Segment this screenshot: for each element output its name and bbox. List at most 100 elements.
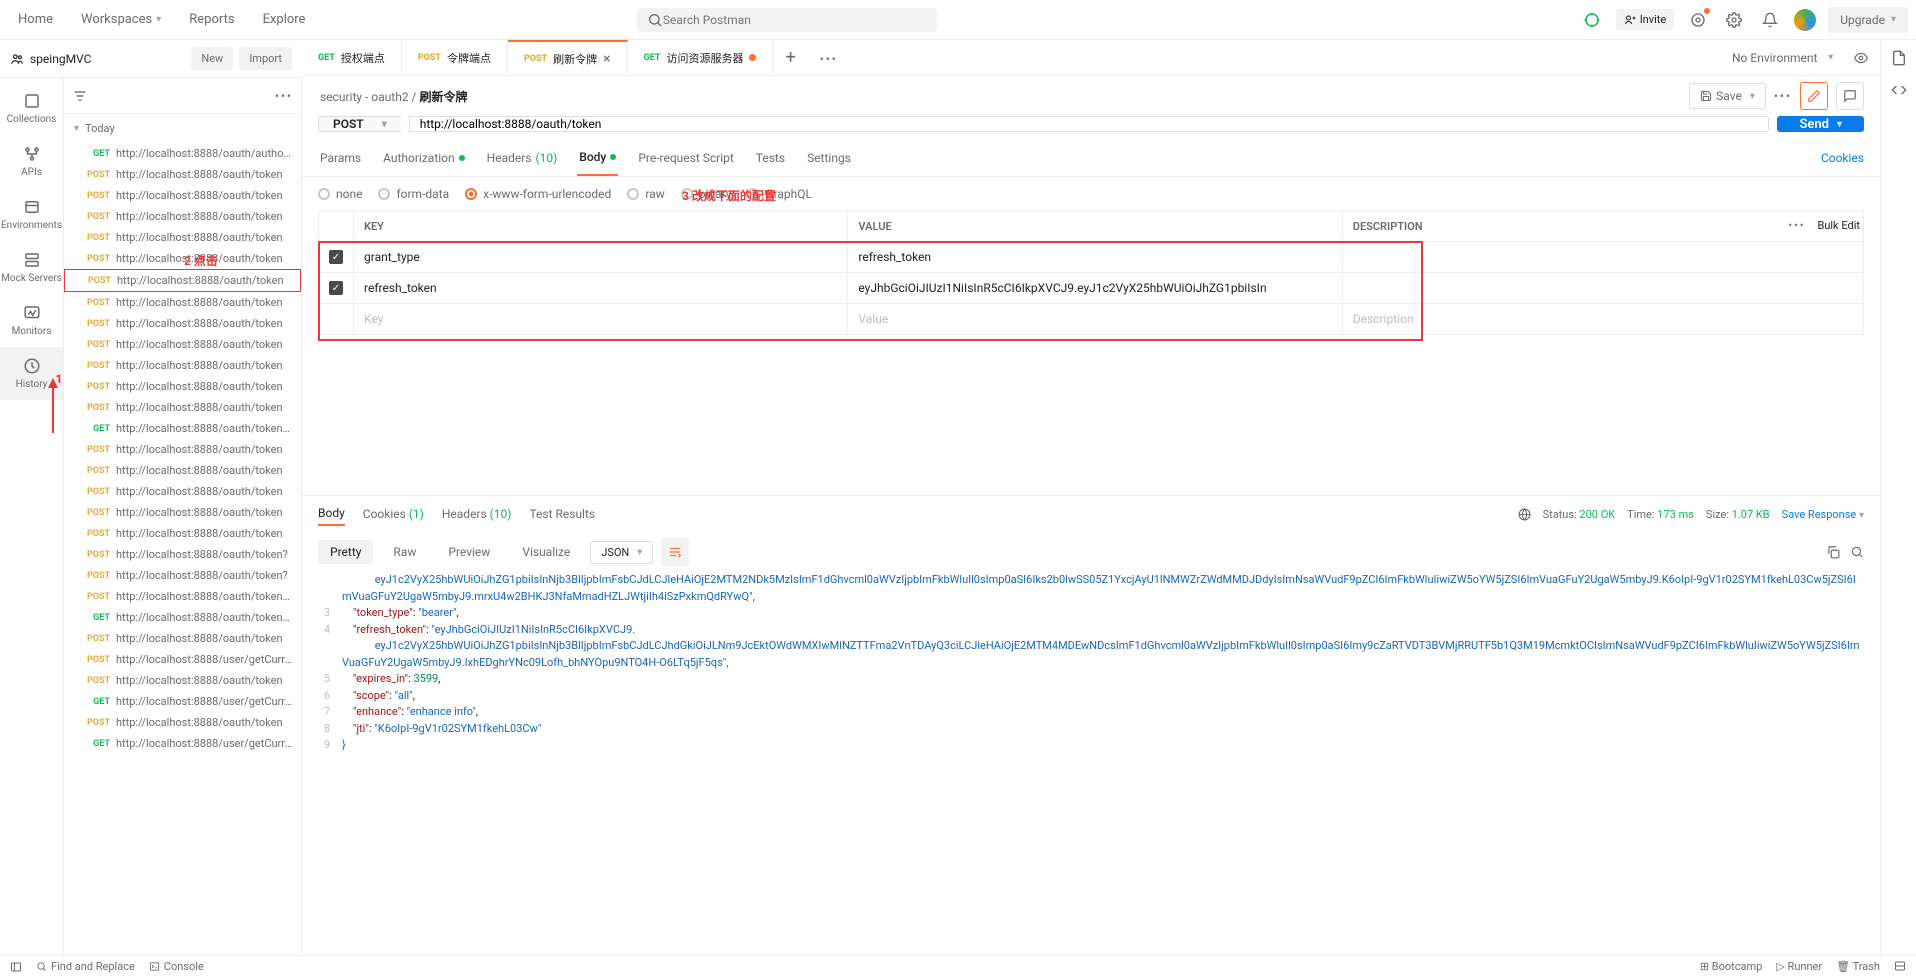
rail-environments[interactable]: Environments: [0, 188, 63, 241]
cookies-link[interactable]: Cookies: [1821, 151, 1864, 165]
bodytype-xwww[interactable]: x-www-form-urlencoded: [465, 187, 611, 201]
resp-tab-cookies[interactable]: Cookies (1): [363, 503, 424, 525]
kv-row-empty[interactable]: KeyValueDescription: [319, 304, 1864, 335]
history-row[interactable]: POSThttp://localhost:8888/oauth/token: [64, 334, 301, 355]
invite-button[interactable]: Invite: [1616, 9, 1675, 30]
trash-link[interactable]: 🗑 Trash: [1836, 960, 1880, 973]
code-icon[interactable]: [1891, 82, 1907, 98]
history-row[interactable]: POSThttp://localhost:8888/oauth/token: [64, 628, 301, 649]
more-options-icon[interactable]: •••: [1774, 89, 1792, 103]
notifications-icon[interactable]: [1758, 8, 1782, 32]
history-row[interactable]: POSThttp://localhost:8888/oauth/token: [64, 376, 301, 397]
send-button[interactable]: Send▾: [1777, 116, 1864, 132]
request-tab[interactable]: POST刷新令牌×: [508, 40, 628, 75]
kv-row[interactable]: ✓grant_typerefresh_token: [319, 242, 1864, 273]
view-raw[interactable]: Raw: [381, 540, 428, 564]
view-pretty[interactable]: Pretty: [318, 540, 373, 564]
request-tab[interactable]: POST令牌端点: [402, 40, 508, 75]
bodytype-raw[interactable]: raw: [627, 187, 664, 201]
history-row[interactable]: POSThttp://localhost:8888/oauth/token: [64, 206, 301, 227]
sync-icon[interactable]: [1580, 8, 1604, 32]
subtab-settings[interactable]: Settings: [805, 141, 853, 175]
history-row[interactable]: POSThttp://localhost:8888/oauth/token?: [64, 544, 301, 565]
wrap-icon[interactable]: [661, 538, 689, 566]
history-row[interactable]: POSThttp://localhost:8888/user/getCurren: [64, 649, 301, 670]
filter-icon[interactable]: [72, 88, 88, 104]
history-row[interactable]: POSThttp://localhost:8888/oauth/token: [64, 397, 301, 418]
rail-history[interactable]: History: [0, 347, 63, 400]
response-format-select[interactable]: JSON▾: [590, 541, 653, 564]
history-row[interactable]: POSThttp://localhost:8888/oauth/token: [64, 313, 301, 334]
global-search[interactable]: [637, 8, 937, 32]
import-button[interactable]: Import: [239, 47, 292, 70]
console-link[interactable]: Console: [149, 960, 204, 973]
new-button[interactable]: New: [191, 47, 233, 70]
user-avatar[interactable]: [1794, 9, 1816, 31]
response-body[interactable]: eyJ1c2VyX25hbWUiOiJhZG1pbiIsInNjb3BlIjpb…: [302, 572, 1880, 955]
history-row[interactable]: POSThttp://localhost:8888/oauth/token: [64, 269, 301, 292]
rail-collections[interactable]: Collections: [0, 82, 63, 135]
capture-icon[interactable]: [1686, 8, 1710, 32]
history-row[interactable]: GEThttp://localhost:8888/oauth/token?g: [64, 418, 301, 439]
history-row[interactable]: POSThttp://localhost:8888/oauth/token: [64, 670, 301, 691]
bodytype-none[interactable]: none: [318, 187, 362, 201]
save-button[interactable]: Save▾: [1689, 83, 1766, 109]
kv-more-icon[interactable]: •••: [1788, 219, 1805, 232]
checkbox-icon[interactable]: ✓: [329, 250, 343, 264]
history-row[interactable]: GEThttp://localhost:8888/oauth/token?g: [64, 607, 301, 628]
history-row[interactable]: POSThttp://localhost:8888/oauth/token: [64, 292, 301, 313]
add-tab-button[interactable]: +: [773, 47, 807, 68]
history-row[interactable]: POSThttp://localhost:8888/oauth/token: [64, 712, 301, 733]
history-group-today[interactable]: ▾Today: [64, 114, 301, 143]
rail-apis[interactable]: APIs: [0, 135, 63, 188]
find-replace-link[interactable]: Find and Replace: [36, 960, 135, 973]
nav-reports[interactable]: Reports: [179, 4, 244, 35]
url-input[interactable]: [409, 116, 1770, 132]
copy-icon[interactable]: [1826, 545, 1840, 559]
more-icon[interactable]: •••: [275, 89, 293, 103]
rail-monitors[interactable]: Monitors: [0, 294, 63, 347]
search-response-icon[interactable]: [1850, 545, 1864, 559]
history-row[interactable]: POSThttp://localhost:8888/oauth/token: [64, 164, 301, 185]
bodytype-binary[interactable]: binary: [681, 187, 732, 201]
rail-mockservers[interactable]: Mock Servers: [0, 241, 63, 294]
comment-icon[interactable]: [1836, 82, 1864, 110]
request-tab[interactable]: GET访问资源服务器: [628, 40, 774, 75]
nav-workspaces[interactable]: Workspaces▾: [71, 4, 171, 35]
subtab-params[interactable]: Params: [318, 141, 363, 175]
global-search-input[interactable]: [663, 13, 927, 27]
bulk-edit-link[interactable]: Bulk Edit: [1817, 219, 1860, 232]
save-response-link[interactable]: Save Response ▾: [1782, 508, 1864, 521]
subtab-authorization[interactable]: Authorization: [381, 141, 467, 175]
history-row[interactable]: POSThttp://localhost:8888/oauth/token: [64, 185, 301, 206]
nav-explore[interactable]: Explore: [253, 4, 316, 35]
view-preview[interactable]: Preview: [436, 540, 502, 564]
bootcamp-link[interactable]: ⊞ Bootcamp: [1700, 960, 1763, 973]
history-row[interactable]: POSThttp://localhost:8888/oauth/token: [64, 481, 301, 502]
method-selector[interactable]: POST▾: [318, 116, 401, 132]
history-row[interactable]: POSThttp://localhost:8888/oauth/token: [64, 502, 301, 523]
subtab-headers[interactable]: Headers (10): [485, 141, 560, 175]
nav-home[interactable]: Home: [8, 4, 63, 35]
history-row[interactable]: GEThttp://localhost:8888/oauth/authoriz: [64, 143, 301, 164]
tabs-more-icon[interactable]: •••: [808, 47, 850, 68]
resp-tab-tests[interactable]: Test Results: [529, 503, 595, 525]
history-row[interactable]: GEThttp://localhost:8888/user/getCurren: [64, 691, 301, 712]
history-row[interactable]: POSThttp://localhost:8888/oauth/token: [64, 227, 301, 248]
bodytype-graphql[interactable]: GraphQL: [747, 187, 812, 201]
settings-icon[interactable]: [1722, 8, 1746, 32]
resp-tab-headers[interactable]: Headers (10): [442, 503, 512, 525]
subtab-tests[interactable]: Tests: [754, 141, 787, 175]
docs-icon[interactable]: [1891, 50, 1907, 66]
workspace-name[interactable]: speingMVC: [10, 52, 91, 66]
history-row[interactable]: POSThttp://localhost:8888/oauth/token: [64, 439, 301, 460]
bodytype-formdata[interactable]: form-data: [378, 187, 449, 201]
history-row[interactable]: POSThttp://localhost:8888/oauth/token: [64, 355, 301, 376]
edit-icon[interactable]: [1800, 82, 1828, 110]
sidebar-toggle-icon[interactable]: [10, 961, 22, 973]
history-row[interactable]: POSThttp://localhost:8888/oauth/token: [64, 460, 301, 481]
history-row[interactable]: GEThttp://localhost:8888/user/getCurren: [64, 733, 301, 754]
history-row[interactable]: POSThttp://localhost:8888/oauth/token?: [64, 565, 301, 586]
subtab-body[interactable]: Body: [577, 140, 618, 176]
kv-row[interactable]: ✓refresh_tokeneyJhbGciOiJIUzI1NiIsInR5cC…: [319, 273, 1864, 304]
